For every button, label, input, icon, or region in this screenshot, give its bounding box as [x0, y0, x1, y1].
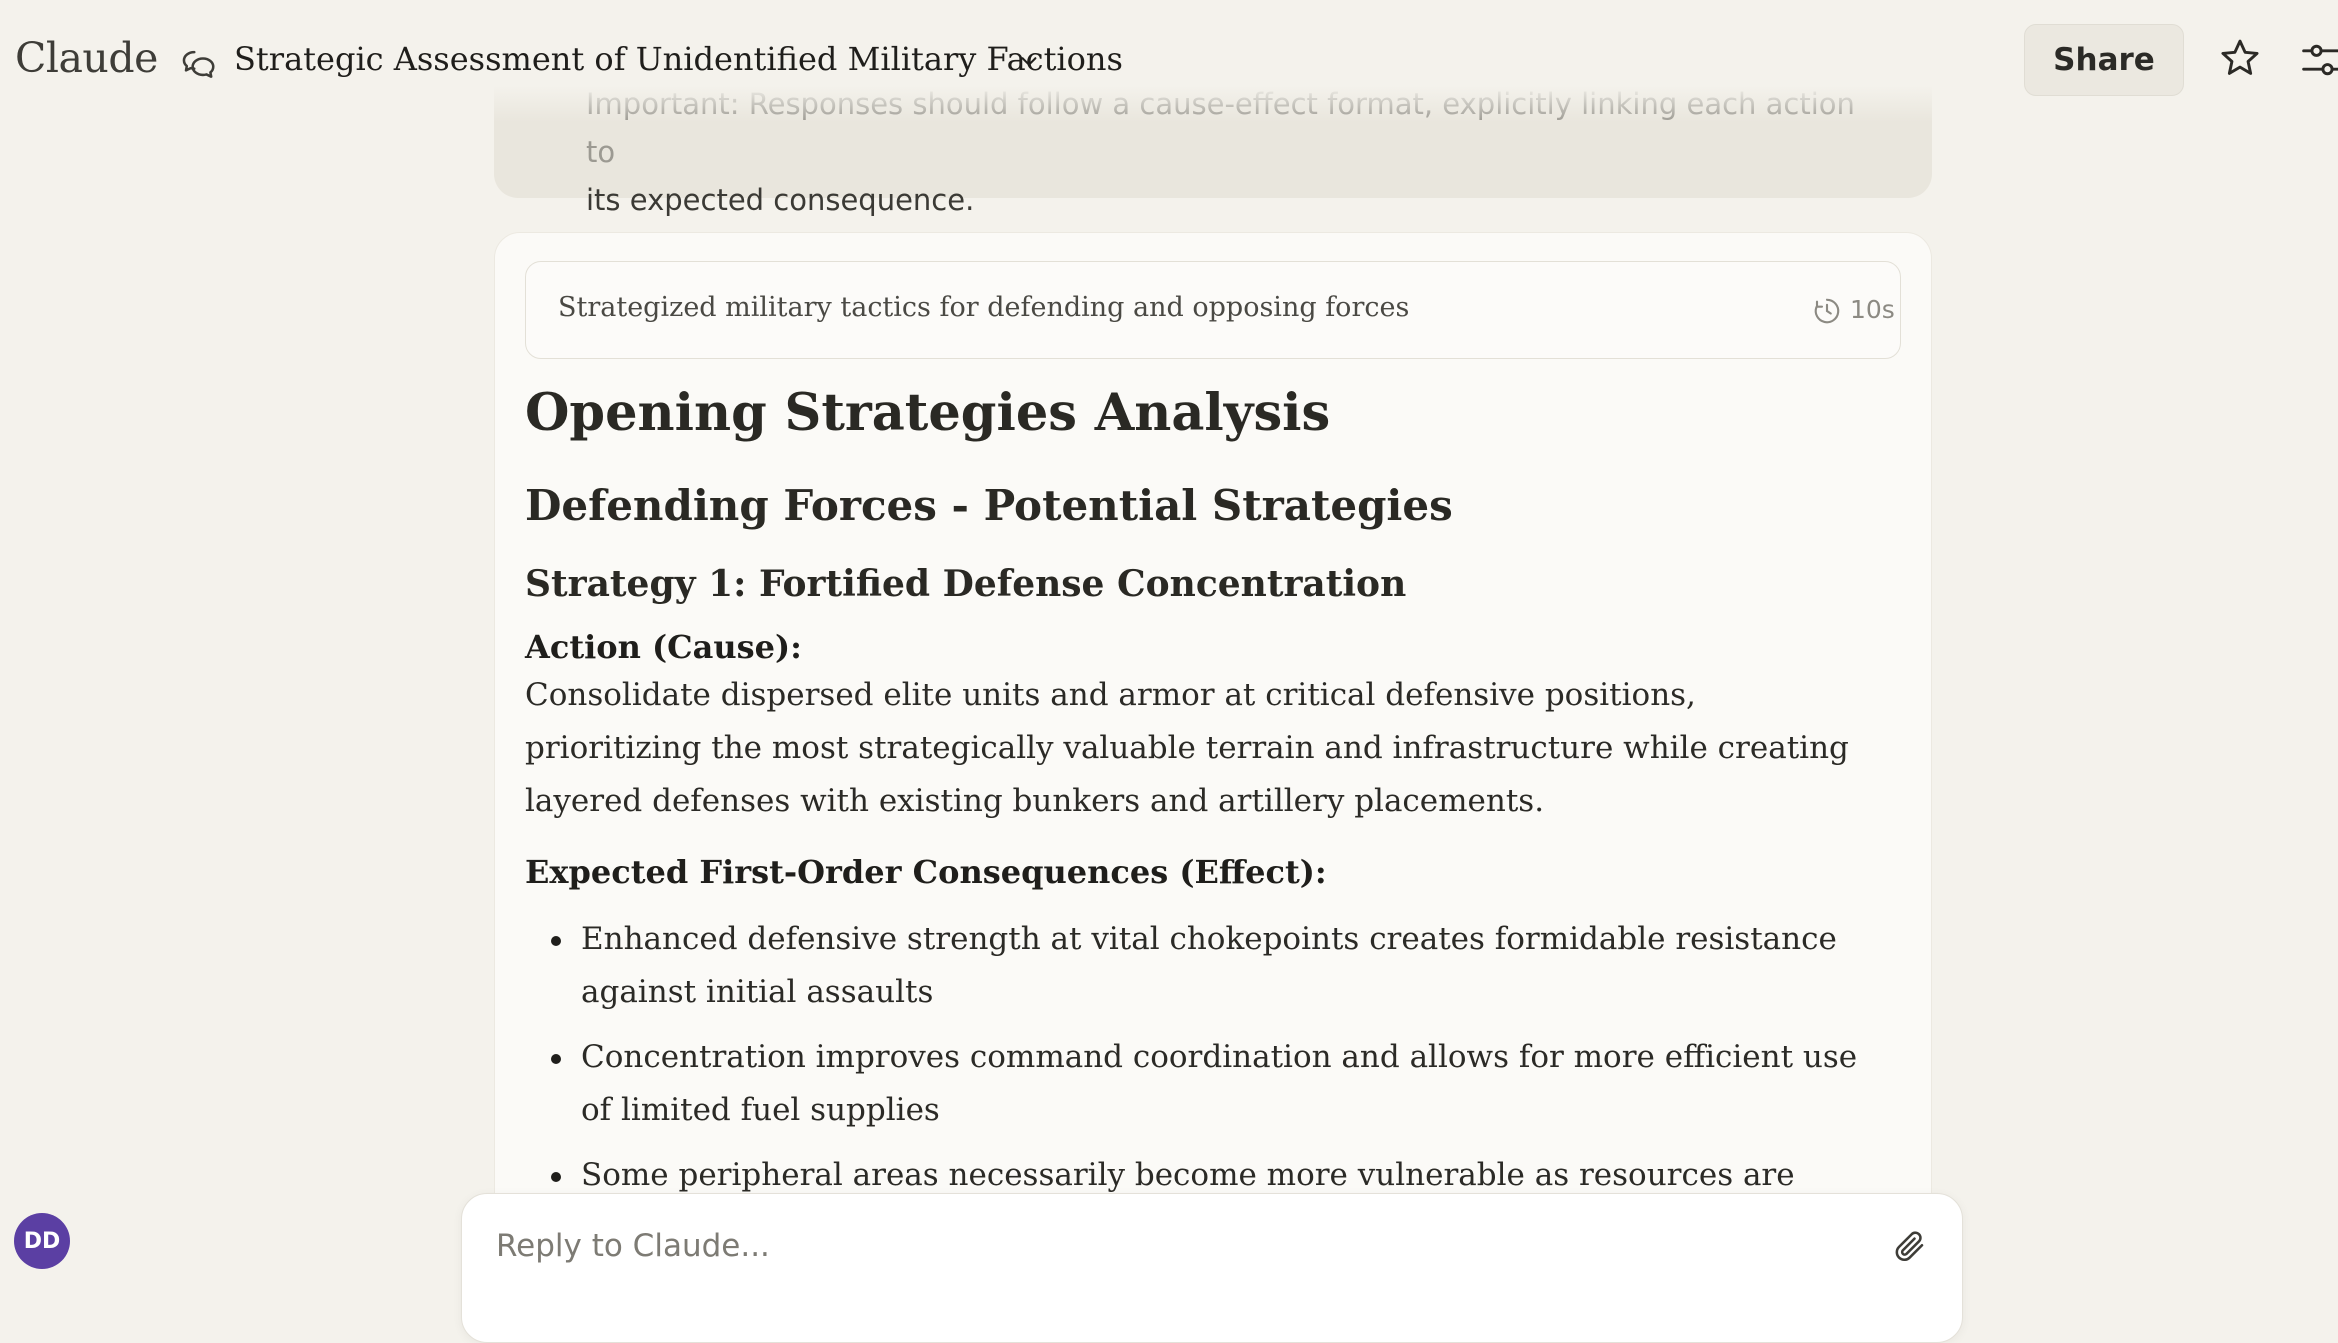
thinking-duration: 10s [1850, 295, 1895, 324]
chat-bubbles-icon [182, 50, 215, 78]
brand-logo[interactable]: Claude [15, 34, 158, 82]
action-label: Action (Cause): [525, 628, 802, 666]
action-paragraph: Consolidate dispersed elite units and ar… [525, 677, 1849, 819]
thinking-summary-text: Strategized military tactics for defendi… [558, 292, 1410, 323]
top-header: Claude Strategic Assessment of Unidentif… [0, 0, 2338, 122]
effect-label: Expected First-Order Consequences (Effec… [525, 853, 1327, 891]
bullet-dot [551, 936, 561, 946]
timer-icon [1814, 298, 1840, 324]
assistant-response: Strategized military tactics for defendi… [494, 232, 1932, 1332]
reply-input[interactable] [494, 1216, 1874, 1276]
list-item-text: Enhanced defensive strength at vital cho… [581, 921, 1837, 1010]
heading-strategy-1: Strategy 1: Fortified Defense Concentrat… [525, 563, 1407, 605]
heading-opening-strategies: Opening Strategies Analysis [525, 383, 1331, 443]
bullet-dot [551, 1054, 561, 1064]
bullet-dot [551, 1172, 561, 1182]
share-button[interactable]: Share [2024, 24, 2184, 96]
conversation-title[interactable]: Strategic Assessment of Unidentified Mil… [234, 40, 1123, 78]
reply-composer [461, 1193, 1963, 1343]
avatar[interactable]: DD [14, 1213, 70, 1269]
list-item: Concentration improves command coordinat… [525, 1031, 1865, 1137]
sliders-icon[interactable] [2300, 38, 2338, 82]
thinking-summary-toggle[interactable]: Strategized military tactics for defendi… [525, 261, 1901, 359]
star-icon[interactable] [2218, 36, 2262, 80]
list-item: Enhanced defensive strength at vital cho… [525, 913, 1865, 1019]
list-item-text: Concentration improves command coordinat… [581, 1039, 1858, 1128]
user-message-line-2: its expected consequence. [586, 183, 975, 217]
paperclip-icon[interactable] [1892, 1228, 1928, 1264]
chevron-down-icon[interactable] [1018, 50, 1040, 72]
heading-defending-forces: Defending Forces - Potential Strategies [525, 481, 1453, 530]
